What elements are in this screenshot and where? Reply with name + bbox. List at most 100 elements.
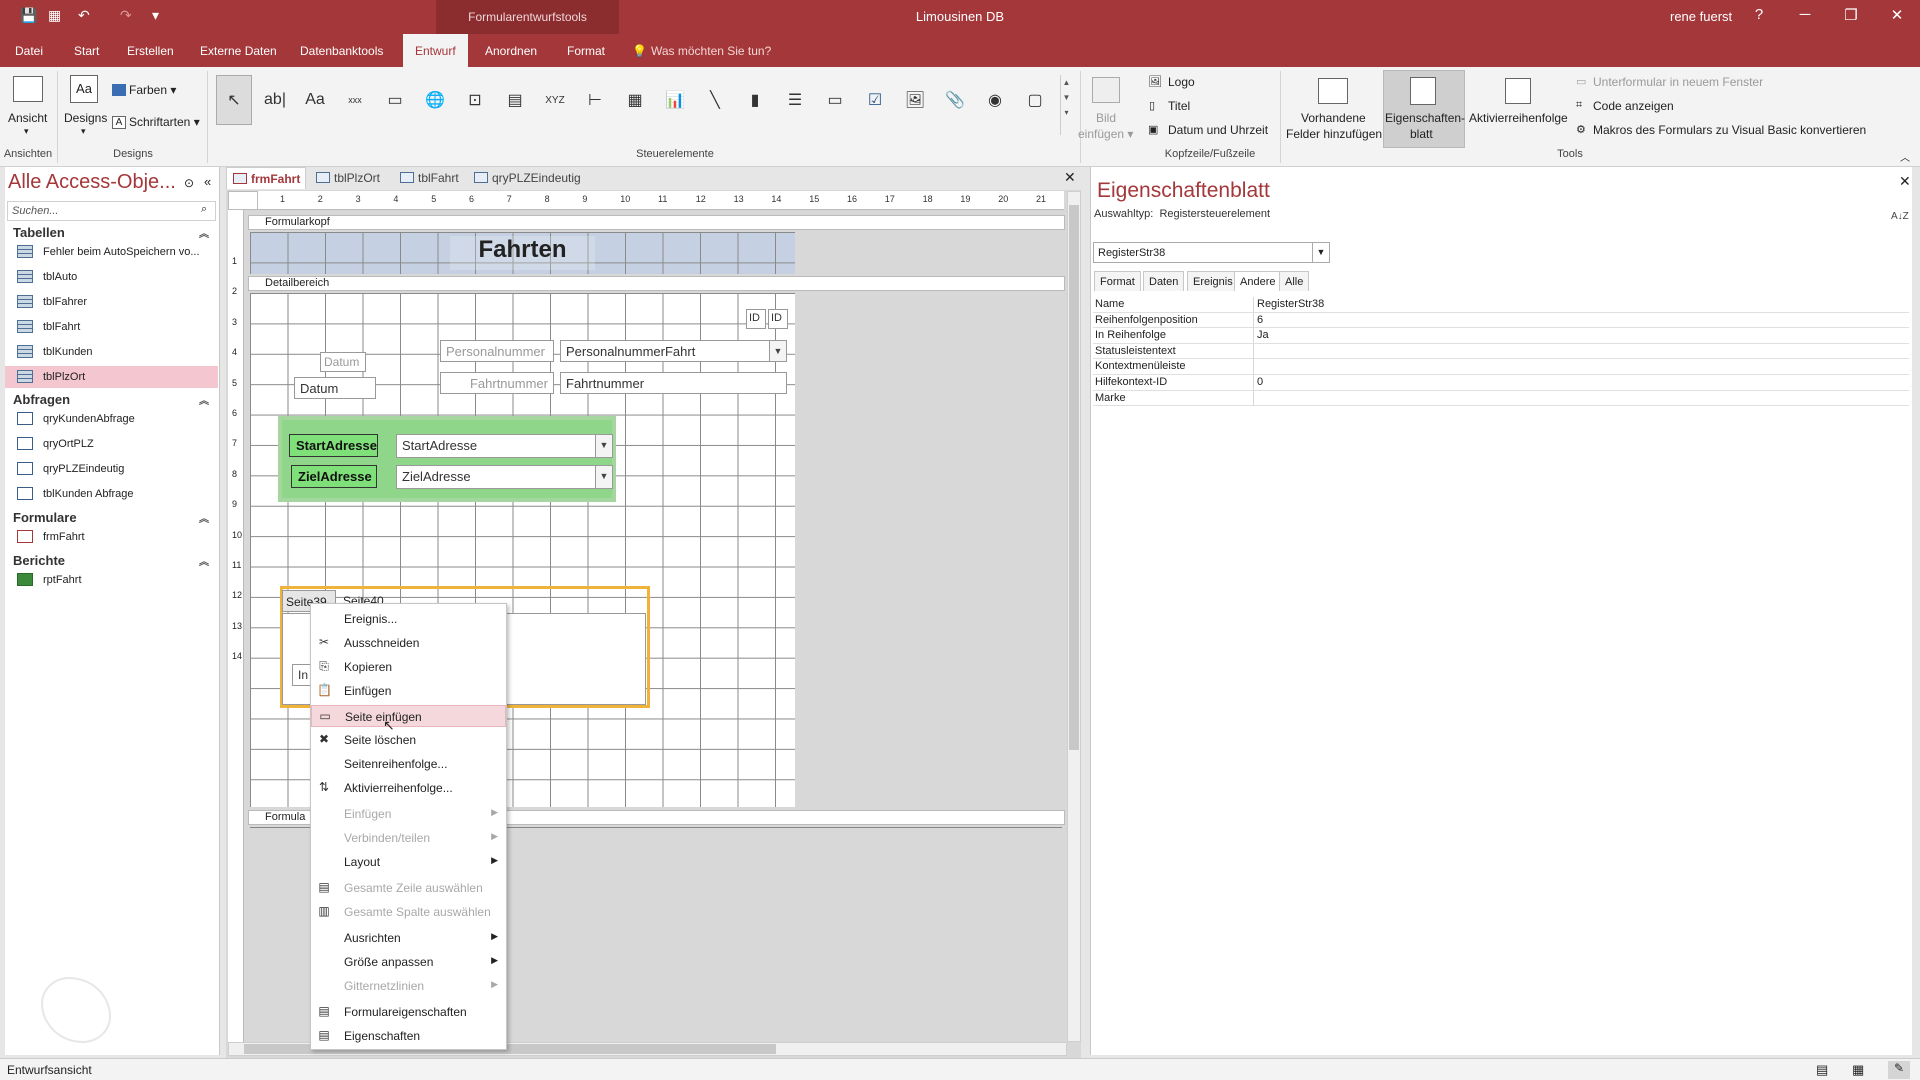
tab-entwurf[interactable]: Entwurf: [403, 34, 468, 67]
property-row[interactable]: In Reihenfolge Ja: [1093, 328, 1909, 344]
nav-section-berichte[interactable]: Berichte ︽: [13, 553, 209, 568]
horizontal-ruler[interactable]: 1 2 3 4 5 6 7 8 9 10 11 12 13 14 15 16 17 18 19 20 21: [258, 191, 1064, 210]
hyperlink-tool-icon[interactable]: 🌐: [420, 84, 450, 116]
chart-tool-icon[interactable]: 📊: [660, 84, 690, 116]
code-icon[interactable]: ⌗: [1576, 99, 1582, 112]
doc-tab-frmfahrt[interactable]: frmFahrt: [226, 167, 306, 189]
nav-section-tabellen[interactable]: Tabellen ︽: [13, 225, 209, 240]
ruler-corner[interactable]: [228, 191, 258, 210]
checkbox-tool-icon[interactable]: ☑: [860, 84, 890, 116]
startadresse-combo[interactable]: StartAdresse ▼: [396, 434, 613, 458]
nav-section-abfragen[interactable]: Abfragen ︽: [13, 392, 209, 407]
combobox-tool-icon[interactable]: ▦: [620, 84, 650, 116]
nav-item-table[interactable]: tblFahrt: [5, 316, 218, 338]
prop-tab-format[interactable]: Format: [1094, 271, 1141, 291]
fonts-icon[interactable]: A: [112, 116, 126, 129]
address-control-group[interactable]: [278, 416, 616, 502]
save-icon[interactable]: 💾: [20, 7, 37, 24]
property-sheet-icon[interactable]: [1410, 77, 1436, 105]
undo-icon[interactable]: ↶: [78, 7, 90, 24]
property-row[interactable]: Hilfekontext-ID 0: [1093, 375, 1909, 391]
vertical-scroll-thumb[interactable]: [1069, 205, 1079, 750]
titel-button[interactable]: Titel: [1168, 99, 1190, 113]
zieladresse-label[interactable]: ZielAdresse: [291, 465, 377, 488]
nav-item-query[interactable]: tblKunden Abfrage: [5, 483, 218, 505]
web-browser-tool-icon[interactable]: ⊡: [460, 84, 490, 116]
fahrtnummer-field[interactable]: Fahrtnummer: [560, 372, 787, 394]
fahrtnummer-label[interactable]: Fahrtnummer: [440, 372, 554, 394]
schriftarten-button[interactable]: Schriftarten ▾: [129, 115, 200, 129]
listbox-tool-icon[interactable]: ☰: [780, 84, 810, 116]
textbox-tool-icon[interactable]: ab|: [260, 84, 290, 116]
redo-icon[interactable]: ↷: [120, 7, 132, 24]
vorhandene-felder-button[interactable]: Felder hinzufügen: [1286, 127, 1382, 141]
macro-convert-icon[interactable]: ⚙: [1576, 123, 1586, 136]
section-detailbereich[interactable]: Detailbereich: [248, 276, 1065, 291]
tab-format[interactable]: Format: [567, 44, 605, 58]
button-tool-icon[interactable]: xxx: [340, 84, 370, 116]
nav-item-table[interactable]: Fehler beim AutoSpeichern vo...: [5, 241, 218, 263]
image-tool-icon[interactable]: 🖼: [900, 84, 930, 116]
nav-search-input[interactable]: Suchen...: [7, 201, 216, 221]
menu-item-seite-einfügen[interactable]: ▭ Seite einfügen: [311, 705, 506, 727]
unbound-object-tool-icon[interactable]: ▢: [1020, 84, 1050, 116]
datum-label[interactable]: Datum: [320, 352, 366, 372]
menu-item-eigenschaften[interactable]: ▤ Eigenschaften: [311, 1025, 506, 1047]
property-row[interactable]: Statusleistentext: [1093, 343, 1909, 360]
option-button-tool-icon[interactable]: ◉: [980, 84, 1010, 116]
vorhandene-label[interactable]: Vorhandene: [1301, 111, 1366, 125]
menu-item-aktivierreihenfolge[interactable]: ⇅ Aktivierreihenfolge...: [311, 777, 506, 799]
rectangle-tool-icon[interactable]: ▭: [820, 84, 850, 116]
collapse-ribbon-icon[interactable]: ︿: [1900, 149, 1910, 164]
property-value[interactable]: 0: [1257, 376, 1263, 388]
nav-item-query[interactable]: qryPLZEindeutig: [5, 458, 218, 480]
prop-tab-andere[interactable]: Andere: [1234, 271, 1282, 291]
datum-field[interactable]: Datum: [294, 377, 376, 399]
personalnummer-label[interactable]: Personalnummer: [440, 340, 554, 362]
nav-item-form[interactable]: frmFahrt: [5, 526, 218, 548]
property-value[interactable]: Ja: [1257, 329, 1269, 341]
designs-button[interactable]: Designs: [64, 111, 107, 125]
select-tool-icon[interactable]: ↖: [216, 75, 252, 125]
dropdown-arrow-icon[interactable]: ▼: [595, 466, 612, 488]
menu-item-ausschneiden[interactable]: ✂ Ausschneiden: [311, 632, 506, 654]
nav-item-table[interactable]: tblKunden: [5, 341, 218, 363]
line-tool-icon[interactable]: ╲: [700, 84, 730, 116]
nav-item-table[interactable]: tblAuto: [5, 266, 218, 288]
menu-item-ereignis[interactable]: Ereignis...: [311, 608, 506, 630]
nav-title[interactable]: Alle Access-Obje...: [8, 171, 176, 194]
datetime-icon[interactable]: ▣: [1148, 123, 1158, 136]
doc-tab-qryplzeindeutig[interactable]: qryPLZEindeutig: [468, 167, 586, 189]
menu-item-layout[interactable]: Layout ▶: [311, 851, 506, 873]
add-fields-icon[interactable]: [1318, 78, 1348, 104]
code-anzeigen-button[interactable]: Code anzeigen: [1593, 99, 1674, 113]
property-row[interactable]: Kontextmenüleiste: [1093, 359, 1909, 375]
option-group-tool-icon[interactable]: XYZ: [540, 84, 570, 116]
chevron-down-icon[interactable]: ▾: [81, 126, 86, 137]
prop-tab-ereignis[interactable]: Ereignis: [1187, 271, 1239, 291]
prop-tab-alle[interactable]: Alle: [1279, 271, 1310, 291]
eigenschaften-label[interactable]: Eigenschaften-: [1385, 111, 1465, 125]
attachment-tool-icon[interactable]: 📎: [940, 84, 970, 116]
zieladresse-combo[interactable]: ZielAdresse ▼: [396, 465, 613, 489]
menu-item-formulareigenschaften[interactable]: ▤ Formulareigenschaften: [311, 1001, 506, 1023]
property-value[interactable]: 6: [1257, 314, 1263, 326]
tab-anordnen[interactable]: Anordnen: [485, 44, 537, 58]
menu-item-seitenreihenfolge[interactable]: Seitenreihenfolge...: [311, 753, 506, 775]
tab-order-icon[interactable]: [1505, 78, 1531, 104]
menu-item-einfügen[interactable]: 📋 Einfügen: [311, 680, 506, 702]
vertical-ruler[interactable]: 1 2 3 4 5 6 7 8 9 10 11 12 13 14: [228, 210, 244, 1045]
nav-item-table-selected[interactable]: tblPlzOrt: [5, 366, 218, 388]
tell-me-search[interactable]: Was möchten Sie tun?: [651, 44, 771, 58]
search-icon[interactable]: ⌕: [201, 203, 207, 216]
logo-icon[interactable]: 🖼: [1148, 75, 1162, 88]
tab-control-tool-icon[interactable]: ▭: [380, 84, 410, 116]
close-window-button[interactable]: ✕: [1882, 6, 1912, 24]
colors-icon[interactable]: [112, 84, 126, 96]
id-field[interactable]: ID: [768, 309, 788, 329]
label-tool-icon[interactable]: Aa: [300, 84, 330, 116]
menu-item-größe-anpassen[interactable]: Größe anpassen ▶: [311, 951, 506, 973]
personalnummer-combo[interactable]: PersonalnummerFahrt ▼: [560, 340, 787, 362]
help-button[interactable]: ?: [1744, 6, 1774, 23]
ansicht-button[interactable]: Ansicht: [8, 111, 47, 125]
